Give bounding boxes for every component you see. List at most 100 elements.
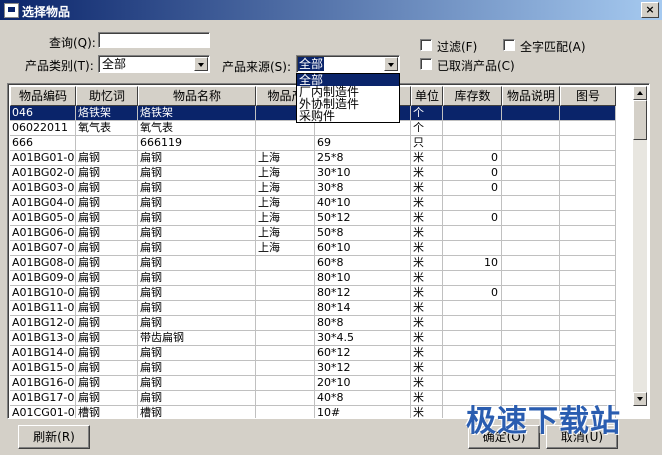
chevron-down-icon[interactable]: [384, 57, 398, 71]
table-cell: [443, 241, 502, 256]
table-cell: 米: [411, 211, 443, 226]
table-cell: 槽钢: [138, 406, 256, 418]
table-cell: 40*10: [315, 196, 411, 211]
col-header-mnemonic[interactable]: 助忆词: [76, 86, 138, 106]
table-cell: [560, 331, 616, 346]
refresh-button[interactable]: 刷新(R): [18, 425, 90, 449]
cancelled-checkbox[interactable]: [420, 58, 432, 70]
table-row[interactable]: A01BG08-01 扁钢 扁钢 60*8 米 10: [10, 256, 616, 271]
table-cell: 扁钢: [138, 226, 256, 241]
table-row[interactable]: A01BG04-01 扁钢 扁钢 上海 40*10 米: [10, 196, 616, 211]
filter-checkbox[interactable]: [420, 39, 432, 51]
table-cell: 扁钢: [138, 271, 256, 286]
col-header-stock[interactable]: 库存数: [443, 86, 502, 106]
table-cell: 扁钢: [138, 241, 256, 256]
table-row[interactable]: A01BG03-01 扁钢 扁钢 上海 30*8 米 0: [10, 181, 616, 196]
table-cell: 扁钢: [138, 346, 256, 361]
table-cell: [256, 406, 315, 418]
table-cell: [443, 271, 502, 286]
scroll-thumb[interactable]: [633, 100, 647, 140]
table-row[interactable]: A01BG13-01 扁钢 带齿扁钢 30*4.5 米: [10, 331, 616, 346]
category-select[interactable]: 全部: [98, 55, 210, 73]
col-header-code[interactable]: 物品编码: [10, 86, 76, 106]
table-cell: 米: [411, 406, 443, 418]
table-cell: A01BG01-01: [10, 151, 76, 166]
table-cell: 60*8: [315, 256, 411, 271]
cancelled-label: 已取消产品(C): [437, 59, 515, 73]
table-cell: [560, 106, 616, 121]
table-cell: A01BG07-01: [10, 241, 76, 256]
category-value: 全部: [102, 57, 127, 71]
table-cell: 80*14: [315, 301, 411, 316]
table-cell: 0: [443, 211, 502, 226]
table-cell: [443, 226, 502, 241]
col-header-desc[interactable]: 物品说明: [502, 86, 560, 106]
table-cell: [502, 241, 560, 256]
table-cell: [256, 331, 315, 346]
table-row[interactable]: A01BG01-01 扁钢 扁钢 上海 25*8 米 0: [10, 151, 616, 166]
table-cell: [443, 136, 502, 151]
col-header-drawing[interactable]: 图号: [560, 86, 616, 106]
table-row[interactable]: A01BG16-01 扁钢 扁钢 20*10 米: [10, 376, 616, 391]
table-cell: [502, 166, 560, 181]
col-header-name[interactable]: 物品名称: [138, 86, 256, 106]
table-cell: [443, 361, 502, 376]
table-cell: A01BG08-01: [10, 256, 76, 271]
table-cell: 米: [411, 271, 443, 286]
table-cell: [502, 286, 560, 301]
table-cell: [560, 271, 616, 286]
table-cell: A01BG05-01: [10, 211, 76, 226]
table-row[interactable]: A01BG11-01 扁钢 扁钢 80*14 米: [10, 301, 616, 316]
table-cell: [256, 361, 315, 376]
table-row[interactable]: A01BG10-01 扁钢 扁钢 80*12 米 0: [10, 286, 616, 301]
table-cell: [76, 136, 138, 151]
source-value: 全部: [298, 57, 325, 71]
table-cell: 60*10: [315, 241, 411, 256]
items-grid[interactable]: 物品编码 助忆词 物品名称 物品产 规格 单位 库存数 物品说明 图号 046烙…: [7, 83, 650, 419]
table-cell: [502, 151, 560, 166]
fullmatch-checkbox[interactable]: [503, 39, 515, 51]
scroll-down-icon[interactable]: [633, 392, 647, 406]
close-button[interactable]: ×: [641, 2, 659, 18]
table-row[interactable]: 06022011 氧气表 氧气表个: [10, 121, 616, 136]
table-cell: [256, 121, 315, 136]
table-cell: 米: [411, 256, 443, 271]
table-row[interactable]: A01BG06-01 扁钢 扁钢 上海 50*8 米: [10, 226, 616, 241]
table-cell: [560, 181, 616, 196]
table-row[interactable]: A01BG07-01 扁钢 扁钢 上海 60*10 米: [10, 241, 616, 256]
col-header-unit[interactable]: 单位: [411, 86, 443, 106]
table-cell: 0: [443, 181, 502, 196]
table-row[interactable]: A01BG02-01 扁钢 扁钢 上海 30*10 米 0: [10, 166, 616, 181]
table-cell: 80*12: [315, 286, 411, 301]
table-row[interactable]: 666 666119 69 只: [10, 136, 616, 151]
source-select[interactable]: 全部: [296, 55, 400, 73]
table-cell: 50*12: [315, 211, 411, 226]
table-cell: [256, 376, 315, 391]
table-cell: 槽钢: [76, 406, 138, 418]
table-cell: A01BG10-01: [10, 286, 76, 301]
query-input[interactable]: [98, 32, 210, 48]
table-cell: 80*10: [315, 271, 411, 286]
table-row[interactable]: A01BG05-01 扁钢 扁钢 上海 50*12 米 0: [10, 211, 616, 226]
dropdown-option[interactable]: 采购件: [297, 110, 399, 122]
scroll-up-icon[interactable]: [633, 86, 647, 100]
table-cell: [443, 106, 502, 121]
table-row[interactable]: A01BG14-01 扁钢 扁钢 60*12 米: [10, 346, 616, 361]
table-cell: 上海: [256, 166, 315, 181]
table-cell: 扁钢: [138, 376, 256, 391]
table-cell: 扁钢: [76, 166, 138, 181]
table-cell: [315, 121, 411, 136]
table-cell: A01BG04-01: [10, 196, 76, 211]
table-cell: [443, 316, 502, 331]
chevron-down-icon[interactable]: [194, 57, 208, 71]
table-row[interactable]: A01BG12-01 扁钢 扁钢 80*8 米: [10, 316, 616, 331]
table-cell: [502, 361, 560, 376]
table-cell: 扁钢: [76, 151, 138, 166]
table-cell: A01BG09-01: [10, 271, 76, 286]
table-row[interactable]: A01BG09-01 扁钢 扁钢 80*10 米: [10, 271, 616, 286]
table-cell: 氧气表: [76, 121, 138, 136]
vertical-scrollbar[interactable]: [633, 86, 647, 406]
table-cell: 扁钢: [138, 361, 256, 376]
table-row[interactable]: A01BG15-01 扁钢 扁钢 30*12 米: [10, 361, 616, 376]
table-cell: [560, 316, 616, 331]
